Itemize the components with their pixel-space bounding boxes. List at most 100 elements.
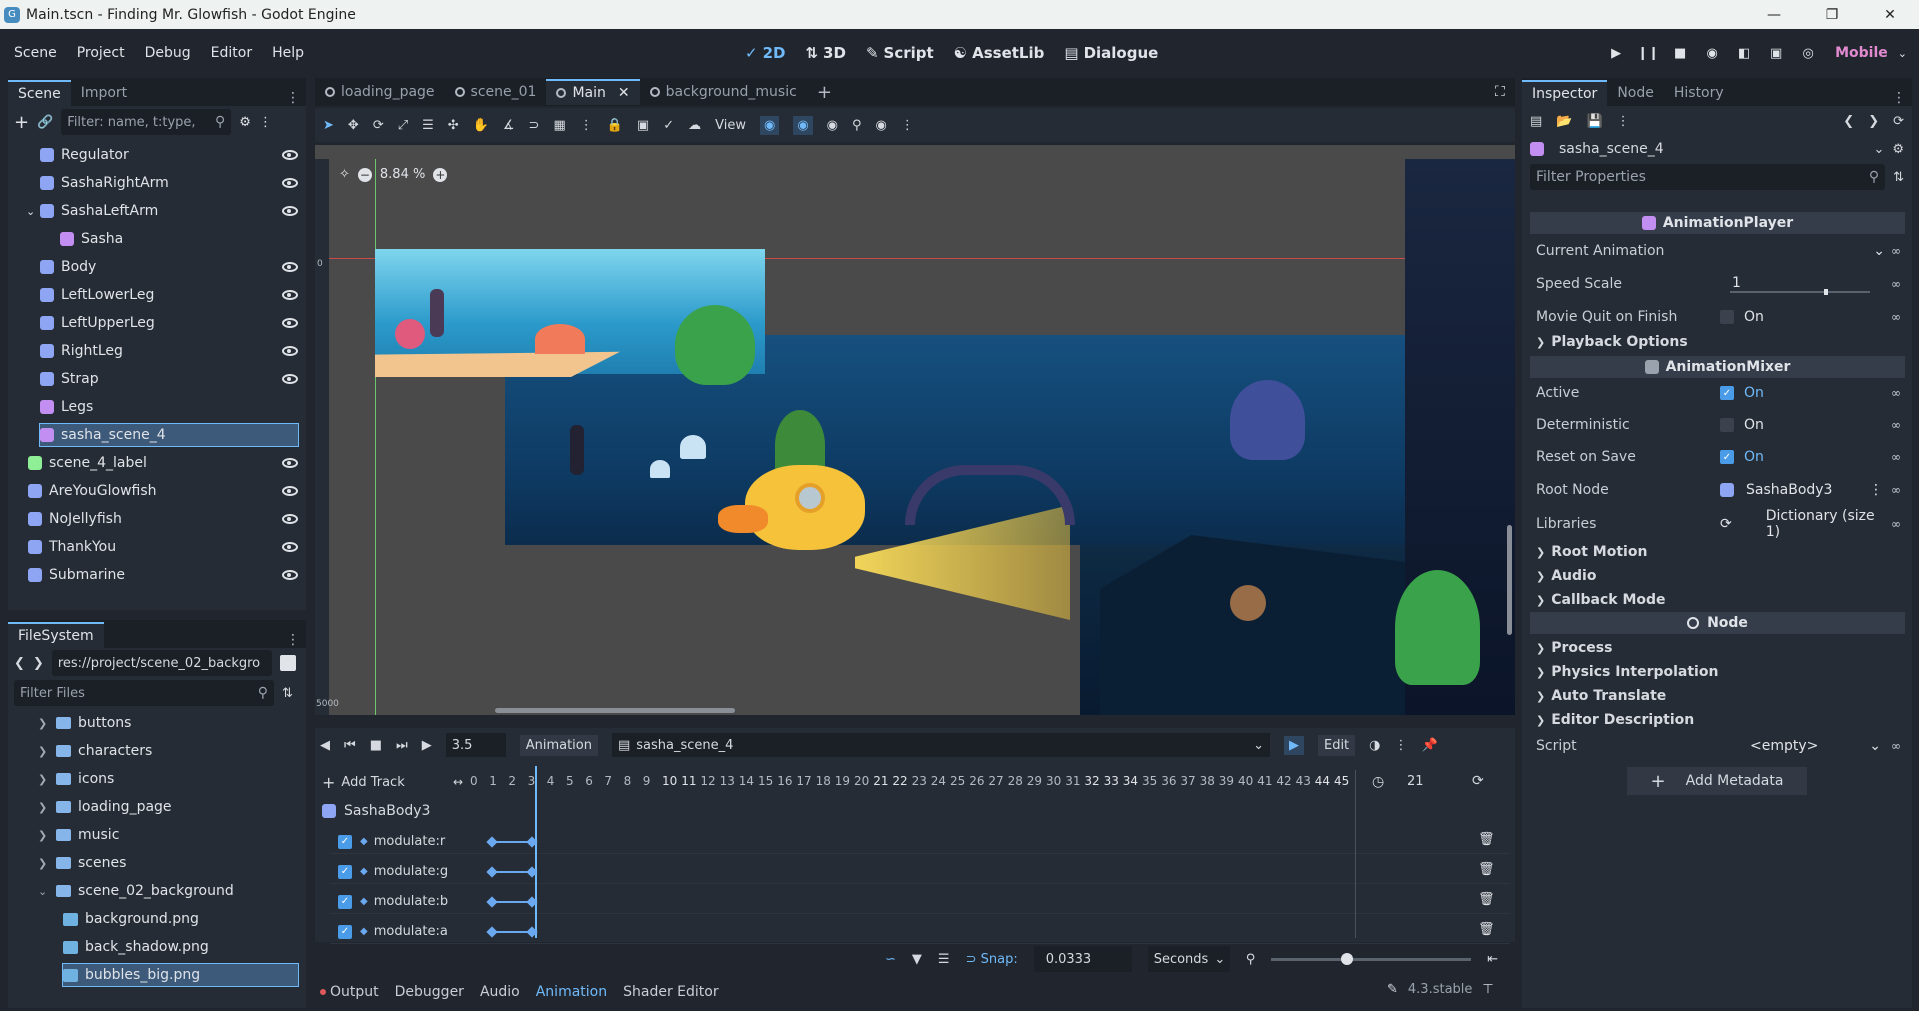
- time-input[interactable]: 3.5: [445, 733, 506, 757]
- workspace-dialogue-button[interactable]: ▤ Dialogue: [1064, 44, 1158, 62]
- stop-icon[interactable]: ■: [1669, 42, 1691, 64]
- kebab-menu-icon[interactable]: ⋮: [259, 115, 272, 130]
- property-link-icon[interactable]: ∞: [1891, 517, 1905, 531]
- remote-debug-icon[interactable]: ◉: [1701, 42, 1723, 64]
- toolbar-menu-icon[interactable]: ⋮: [901, 118, 914, 133]
- section-animationplayer[interactable]: AnimationPlayer: [1530, 212, 1905, 234]
- new-resource-icon[interactable]: ▤: [1530, 114, 1542, 129]
- position-key-icon[interactable]: ◉: [759, 115, 780, 135]
- scene-tree-node[interactable]: Legs: [40, 396, 298, 418]
- animation-menu[interactable]: Animation: [519, 734, 598, 756]
- ruler-icon[interactable]: ∡: [503, 118, 515, 133]
- prop-current-animation[interactable]: Current Animation ⌄ ∞: [1530, 239, 1905, 263]
- dock-menu-icon[interactable]: ⋮: [286, 90, 300, 106]
- save-icon[interactable]: 💾: [1586, 114, 1602, 129]
- scene-tree-node[interactable]: RightLeg: [40, 340, 298, 362]
- scene-tab[interactable]: background_music: [640, 79, 807, 105]
- chevron-down-icon[interactable]: ⌄: [26, 205, 35, 218]
- inspector-options-icon[interactable]: ⇅: [1893, 170, 1904, 185]
- node-info-icon[interactable]: ⚙: [1892, 142, 1904, 157]
- tab-history[interactable]: History: [1664, 80, 1734, 106]
- chevron-right-icon[interactable]: ❯: [38, 717, 50, 730]
- inspector-group[interactable]: ❯ Callback Mode: [1536, 590, 1666, 610]
- prop-script[interactable]: Script <empty> ⌄ ∞: [1530, 734, 1905, 758]
- path-field[interactable]: res://project/scene_02_backgro: [51, 650, 272, 676]
- history-forward-icon[interactable]: ❯: [1868, 114, 1879, 129]
- workspace-3d-button[interactable]: ⇅ 3D: [805, 44, 845, 62]
- play-icon[interactable]: ▶: [1605, 42, 1627, 64]
- group-playback-options[interactable]: ❯ Playback Options: [1536, 332, 1688, 352]
- filter-properties-input[interactable]: Filter Properties ⚲: [1530, 164, 1886, 190]
- play-scene-icon[interactable]: ◧: [1733, 42, 1755, 64]
- scene-tab[interactable]: scene_01: [445, 79, 547, 105]
- property-link-icon[interactable]: ∞: [1891, 277, 1905, 291]
- pin-icon[interactable]: 📌: [1422, 738, 1438, 753]
- property-link-icon[interactable]: ∞: [1891, 418, 1905, 432]
- tab-inspector[interactable]: Inspector: [1522, 80, 1608, 106]
- snap-unit-select[interactable]: Seconds ⌄: [1147, 946, 1230, 972]
- key-insert-icon[interactable]: ⚲: [852, 118, 862, 133]
- folder-item[interactable]: ❯ music: [38, 824, 298, 846]
- zoom-fit-icon[interactable]: ↔: [453, 775, 463, 789]
- horizontal-scrollbar[interactable]: [495, 708, 735, 713]
- list-select-icon[interactable]: ☰: [422, 118, 434, 133]
- track-enabled-checkbox[interactable]: ✓: [338, 894, 352, 909]
- scene-tab[interactable]: Main ✕: [546, 79, 640, 105]
- rotation-key-icon[interactable]: ◉: [793, 115, 813, 135]
- filter-icon[interactable]: ▼: [912, 952, 922, 967]
- lock-icon[interactable]: 🔒: [607, 118, 623, 133]
- onion-skin-icon[interactable]: ◑: [1369, 738, 1380, 753]
- prop-reset-on-save[interactable]: Reset on Save ✓ On ∞: [1530, 445, 1905, 469]
- animation-length[interactable]: 21: [1407, 774, 1424, 789]
- checkbox[interactable]: [1720, 418, 1734, 432]
- delete-track-icon[interactable]: 🗑: [1478, 862, 1495, 877]
- canvas-viewport[interactable]: 0 5000 ✧ − 8.84 % +: [315, 145, 1515, 715]
- menu-editor[interactable]: Editor: [201, 45, 262, 61]
- close-tab-icon[interactable]: ✕: [618, 85, 630, 101]
- play-backwards-from-end-icon[interactable]: ◀: [320, 738, 330, 753]
- play-custom-scene-icon[interactable]: ▣: [1765, 42, 1787, 64]
- workspace-script-button[interactable]: ✎ Script: [866, 44, 934, 62]
- scene-tree-node[interactable]: AreYouGlowfish: [28, 480, 298, 502]
- distraction-free-icon[interactable]: ⛶: [1495, 84, 1505, 100]
- folder-item[interactable]: ❯ scenes: [38, 852, 298, 874]
- inspector-group[interactable]: ❯ Audio: [1536, 566, 1596, 586]
- add-node-icon[interactable]: +: [14, 112, 29, 133]
- checkbox-checked[interactable]: ✓: [1720, 450, 1734, 464]
- script-attach-icon[interactable]: ⚙: [239, 115, 251, 130]
- auto-key-icon[interactable]: ◉: [876, 118, 887, 133]
- animation-options-icon[interactable]: ⋮: [1395, 738, 1408, 753]
- delete-track-icon[interactable]: 🗑: [1478, 922, 1495, 937]
- folder-item[interactable]: ⌄ scene_02_background: [38, 880, 298, 902]
- scene-tree-node[interactable]: LeftUpperLeg: [40, 312, 298, 334]
- scene-tree-node[interactable]: SashaRightArm: [40, 172, 298, 194]
- chevron-right-icon[interactable]: ❯: [38, 745, 50, 758]
- scene-tree-node[interactable]: Submarine: [28, 564, 298, 586]
- folder-item[interactable]: ❯ characters: [38, 740, 298, 762]
- tab-audio[interactable]: Audio: [480, 984, 520, 1000]
- file-item[interactable]: back_shadow.png: [63, 936, 298, 958]
- snap-toggle[interactable]: ⊃ Snap:: [966, 952, 1018, 967]
- tab-import[interactable]: Import: [71, 80, 137, 106]
- scene-tree-node[interactable]: ThankYou: [28, 536, 298, 558]
- checkbox[interactable]: [1720, 310, 1734, 324]
- add-scene-tab-icon[interactable]: +: [817, 82, 832, 103]
- property-link-icon[interactable]: ∞: [1891, 310, 1905, 324]
- revert-icon[interactable]: ⟳: [1720, 516, 1732, 532]
- scene-tree-node[interactable]: NoJellyfish: [28, 508, 298, 530]
- group-icon[interactable]: ▣: [637, 118, 649, 133]
- history-back-icon[interactable]: ❮: [1843, 114, 1854, 129]
- add-track-button[interactable]: + Add Track: [322, 770, 405, 794]
- prop-speed-scale[interactable]: Speed Scale 1 ∞: [1530, 272, 1905, 296]
- scene-tree-node[interactable]: Regulator: [40, 144, 298, 166]
- scene-tree-node[interactable]: ⌄ SashaLeftArm: [26, 200, 298, 222]
- track-list-icon[interactable]: ☰: [938, 952, 950, 967]
- workspace-assetlib-button[interactable]: ☯ AssetLib: [954, 44, 1045, 62]
- autoplay-icon[interactable]: ▶: [1283, 735, 1304, 755]
- open-folder-icon[interactable]: 📂: [1556, 114, 1572, 129]
- track-enabled-checkbox[interactable]: ✓: [338, 834, 352, 849]
- menu-scene[interactable]: Scene: [4, 45, 67, 61]
- forward-icon[interactable]: ❯: [33, 656, 44, 671]
- folder-item[interactable]: ❯ loading_page: [38, 796, 298, 818]
- visibility-eye-icon[interactable]: [282, 458, 298, 468]
